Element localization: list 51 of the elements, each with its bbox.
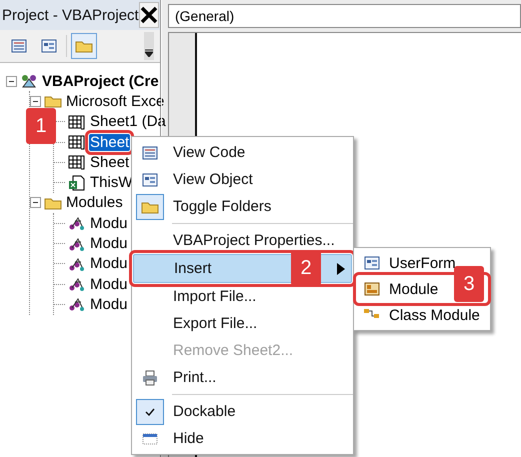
- object-dropdown[interactable]: (General): [168, 4, 521, 28]
- tree-item[interactable]: Modu: [89, 235, 129, 252]
- tree-item[interactable]: Modu: [89, 276, 129, 293]
- tree-item[interactable]: Sheet: [89, 154, 130, 171]
- sheet-icon: [68, 134, 86, 150]
- tree-item[interactable]: Modu: [89, 255, 129, 272]
- collapse-toggle[interactable]: [30, 197, 41, 208]
- project-icon: [20, 73, 38, 90]
- menu-item[interactable]: Print...: [133, 364, 352, 391]
- toolbar-overflow-button[interactable]: [144, 32, 154, 60]
- close-button[interactable]: [138, 2, 159, 28]
- tree-item[interactable]: Modu: [89, 296, 129, 313]
- menu-item[interactable]: View Code: [133, 139, 352, 166]
- module-icon: [68, 296, 86, 312]
- menu-item[interactable]: Hide: [133, 425, 352, 452]
- menu-item[interactable]: Class Module: [357, 302, 487, 328]
- dropdown-arrow-icon: [145, 49, 153, 57]
- module-icon: [68, 236, 86, 252]
- tree-item[interactable]: Modu: [89, 214, 129, 232]
- form-icon: [40, 38, 58, 54]
- step-badge: 1: [26, 108, 56, 144]
- grid-icon: [141, 144, 159, 160]
- tree-item[interactable]: ThisW: [89, 174, 134, 192]
- form-icon: [141, 172, 159, 188]
- menu-item[interactable]: Toggle Folders: [133, 193, 352, 220]
- collapse-toggle[interactable]: [6, 76, 17, 87]
- menu-item[interactable]: Dockable: [133, 398, 352, 425]
- module-icon: [363, 281, 381, 297]
- tree-item[interactable]: Modules: [65, 194, 124, 212]
- menu-item[interactable]: Import File...: [133, 283, 352, 310]
- tree-item[interactable]: VBAProject (Cre: [41, 72, 160, 90]
- tree-item[interactable]: Sheet: [89, 134, 130, 151]
- module-icon: [68, 256, 86, 272]
- submenu-arrow-icon: [337, 262, 345, 274]
- collapse-toggle[interactable]: [30, 96, 41, 107]
- module-icon: [68, 215, 86, 232]
- module-icon: [68, 276, 86, 292]
- form-icon: [363, 255, 381, 271]
- toggle-folders-button[interactable]: [71, 33, 97, 59]
- printer-icon: [141, 370, 159, 386]
- tree-item[interactable]: Microsoft Exce: [65, 92, 166, 110]
- workbook-icon: [68, 174, 86, 191]
- tree-item[interactable]: Sheet1 (Da: [89, 113, 167, 130]
- panel-title: Project - VBAProject: [2, 6, 139, 24]
- step-badge: 3: [454, 266, 484, 302]
- menu-item[interactable]: Export File...: [133, 310, 352, 337]
- step-badge: 2: [291, 250, 321, 286]
- sheet-icon: [68, 154, 86, 170]
- menu-item[interactable]: View Object: [133, 166, 352, 193]
- sheet-icon: [68, 114, 86, 130]
- grid-icon: [10, 38, 28, 54]
